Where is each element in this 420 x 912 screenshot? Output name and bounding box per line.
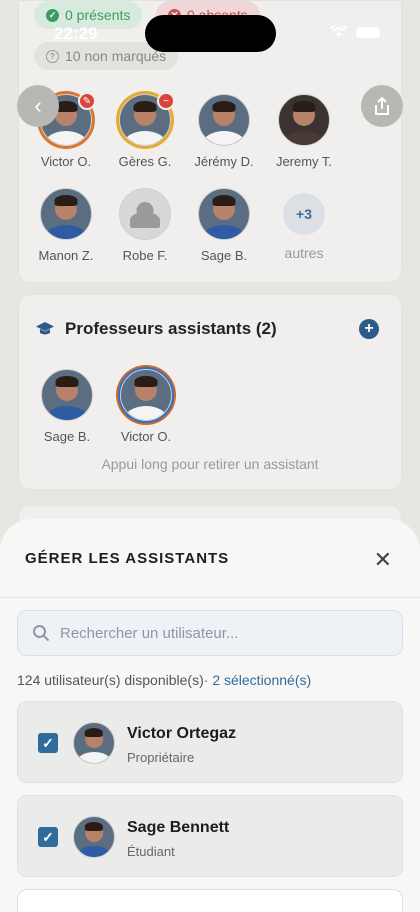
wifi-icon — [330, 26, 348, 37]
search-icon — [33, 625, 50, 642]
avatar — [73, 816, 115, 858]
dynamic-island — [145, 15, 276, 52]
search-field[interactable] — [17, 610, 403, 656]
more-count: +3 — [283, 193, 325, 235]
back-button[interactable]: ‹ — [17, 85, 59, 127]
participant-robe[interactable]: Robe F. — [105, 188, 185, 263]
user-row-sage[interactable]: ✓ Sage Bennett Étudiant — [17, 795, 403, 877]
share-button[interactable] — [361, 85, 403, 127]
check-circle-icon: ✓ — [46, 8, 59, 22]
status-icons — [330, 26, 380, 38]
assistants-card: Professeurs assistants (2) + Sage B. Vic… — [18, 294, 402, 490]
participant-jeremy-d[interactable]: Jérémy D. — [184, 94, 264, 169]
participant-jeremy-t[interactable]: Jeremy T. — [264, 94, 344, 169]
avatar — [198, 94, 250, 146]
avatar — [73, 722, 115, 764]
edit-badge-icon: ✎ — [78, 92, 96, 110]
present-count-label: 0 présents — [65, 7, 131, 23]
user-row-partial[interactable] — [17, 889, 403, 912]
status-time: 22:29 — [54, 24, 98, 43]
participant-name: Jérémy D. — [194, 154, 254, 169]
user-name: Sage Bennett — [127, 819, 230, 836]
assistants-title: Professeurs assistants (2) — [65, 319, 277, 338]
minus-badge-icon: − — [157, 92, 175, 110]
avatar — [120, 369, 172, 421]
manage-assistants-sheet: GÉRER LES ASSISTANTS ✕ 124 utilisateur(s… — [0, 519, 420, 912]
participant-name: Victor O. — [40, 154, 92, 169]
assistant-name: Victor O. — [120, 429, 172, 444]
checkbox-checked-icon[interactable]: ✓ — [38, 827, 58, 847]
assistant-name: Sage B. — [43, 429, 91, 444]
availability-line: 124 utilisateur(s) disponible(s)· 2 séle… — [17, 672, 311, 688]
avatar — [198, 188, 250, 240]
close-button[interactable]: ✕ — [374, 547, 392, 573]
assistant-sage[interactable]: Sage B. — [27, 369, 107, 444]
participant-name: Jeremy T. — [275, 154, 333, 169]
user-role: Étudiant — [127, 844, 175, 859]
participant-name: Manon Z. — [38, 248, 94, 263]
avatar — [41, 369, 93, 421]
add-assistant-button[interactable]: + — [359, 319, 379, 339]
participant-name: Robe F. — [122, 248, 168, 263]
participant-sage[interactable]: Sage B. — [184, 188, 264, 263]
graduation-cap-icon — [36, 322, 54, 335]
avatar-placeholder-icon — [119, 188, 171, 240]
close-icon: ✕ — [373, 547, 392, 572]
search-input[interactable] — [60, 624, 360, 642]
avatar — [40, 188, 92, 240]
checkbox-checked-icon[interactable]: ✓ — [38, 733, 58, 753]
avatar — [278, 94, 330, 146]
share-icon — [375, 96, 389, 115]
available-count: 124 utilisateur(s) disponible(s) — [17, 672, 204, 688]
long-press-hint: Appui long pour retirer un assistant — [101, 456, 319, 472]
more-label: autres — [284, 245, 324, 261]
back-chevron-icon: ‹ — [34, 93, 42, 118]
participant-geres[interactable]: − Gères G. — [105, 92, 185, 169]
participant-name: Gères G. — [118, 154, 172, 169]
selected-count: · 2 sélectionné(s) — [203, 672, 312, 688]
unmarked-count-label: 10 non marqués — [65, 48, 167, 64]
battery-icon — [356, 26, 380, 38]
user-name: Victor Ortegaz — [127, 725, 237, 742]
user-row-victor[interactable]: ✓ Victor Ortegaz Propriétaire — [17, 701, 403, 783]
divider — [0, 597, 420, 598]
question-circle-icon: ? — [46, 49, 59, 63]
sheet-title: GÉRER LES ASSISTANTS — [25, 550, 230, 567]
assistants-header: Professeurs assistants (2) — [35, 319, 277, 339]
user-role: Propriétaire — [127, 750, 195, 765]
assistant-victor[interactable]: Victor O. — [106, 369, 186, 444]
participant-manon[interactable]: Manon Z. — [26, 188, 106, 263]
plus-icon: + — [364, 320, 374, 337]
more-participants-button[interactable]: +3 autres — [264, 188, 344, 261]
participant-name: Sage B. — [200, 248, 248, 263]
